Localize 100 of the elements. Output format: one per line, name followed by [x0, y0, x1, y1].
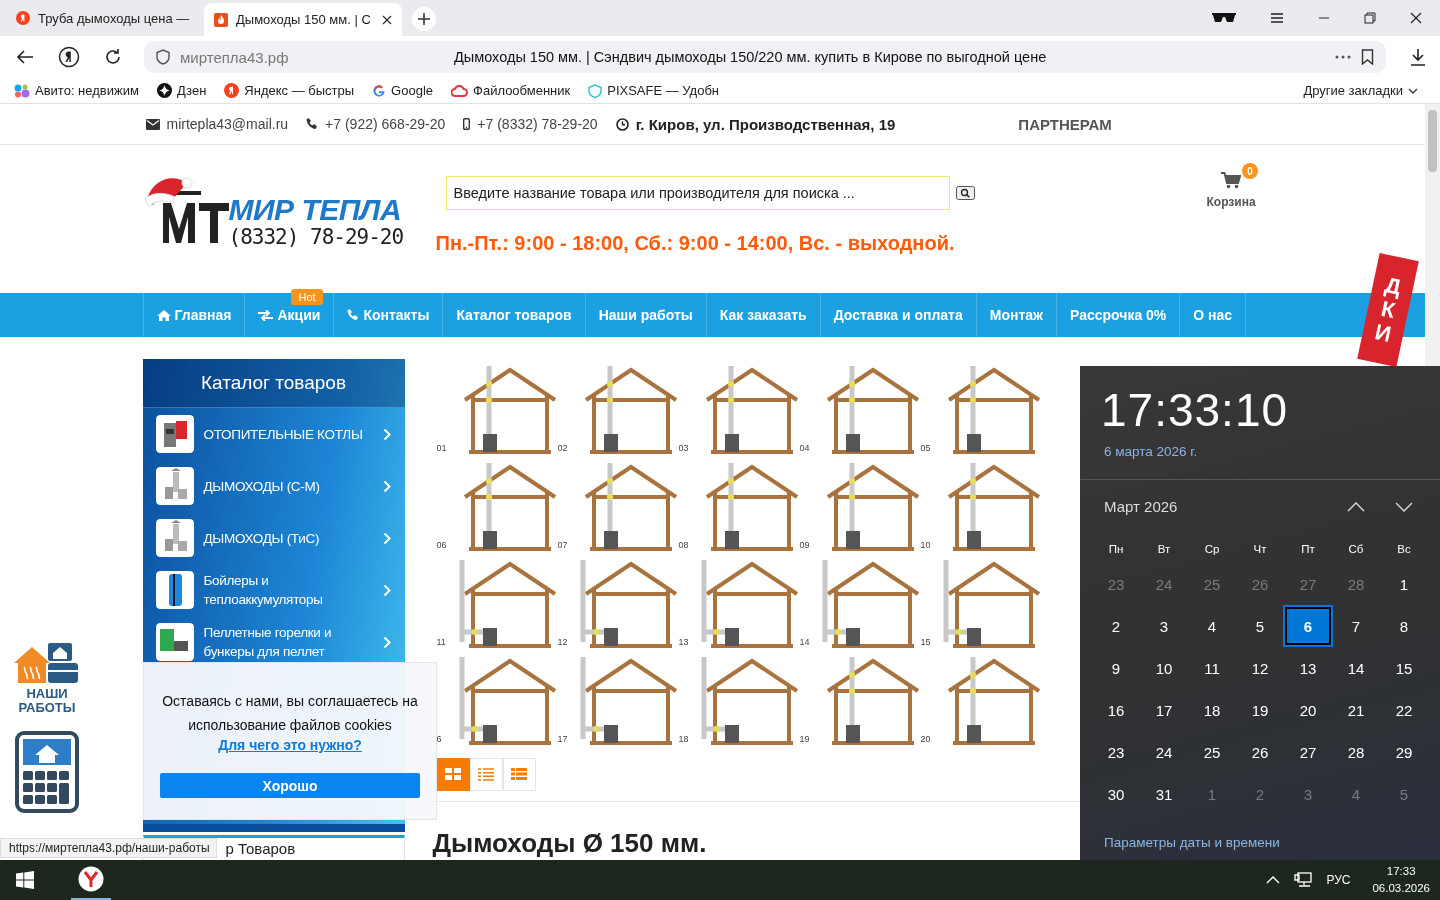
- calendar-day[interactable]: 22: [1381, 691, 1427, 729]
- calendar-day[interactable]: 24: [1141, 733, 1187, 771]
- taskbar-clock[interactable]: 17:33 06.03.2026: [1372, 863, 1430, 897]
- house-toolbox-icon[interactable]: [14, 641, 80, 685]
- calendar-day[interactable]: 23: [1093, 733, 1139, 771]
- opening-hours: Пн.-Пт.: 9:00 - 18:00, Сб.: 9:00 - 14:00, Вс. - выходной.: [435, 232, 956, 255]
- bookmark-link[interactable]: Дзен: [156, 83, 207, 98]
- back-arrow-icon[interactable]: [16, 49, 34, 65]
- calendar-day[interactable]: 17: [1141, 691, 1187, 729]
- calendar-day[interactable]: 14: [1333, 649, 1379, 687]
- calendar-day[interactable]: 8: [1381, 607, 1427, 645]
- calendar-day[interactable]: 1: [1381, 565, 1427, 603]
- bookmark-link[interactable]: Google: [372, 83, 434, 98]
- clock-time: 17:33:10: [1101, 386, 1290, 434]
- cookie-message: Оставаясь с нами, вы соглашаетесь на использование файлов cookies: [161, 692, 419, 735]
- chevron-up-icon[interactable]: [1347, 501, 1365, 512]
- chevron-right-icon: [382, 583, 391, 597]
- month-title[interactable]: Март 2026: [1104, 498, 1178, 515]
- calendar-day[interactable]: 28: [1333, 733, 1379, 771]
- browser-tab[interactable]: Дымоходы 150 мм. | С: [204, 3, 402, 36]
- glasses-icon[interactable]: [1212, 12, 1236, 24]
- catalog-item[interactable]: Бойлеры и теплоаккумуляторы: [142, 564, 405, 616]
- calendar-day[interactable]: 6: [1285, 607, 1331, 645]
- calendar-day[interactable]: 9: [1093, 649, 1139, 687]
- calendar-day[interactable]: 5: [1237, 607, 1283, 645]
- bookmark-link[interactable]: PIXSAFE — Удобн: [588, 83, 720, 98]
- diagram-number: 18: [678, 734, 690, 746]
- logo-phone: (8332) 78-29-20: [228, 225, 404, 249]
- calendar-day[interactable]: 29: [1381, 733, 1427, 771]
- language-indicator[interactable]: РУС: [1326, 873, 1351, 887]
- calendar-day[interactable]: 25: [1189, 733, 1235, 771]
- bookmark-link[interactable]: Авито: недвижим: [14, 83, 139, 98]
- reload-icon[interactable]: [104, 48, 122, 66]
- view-toggle-button[interactable]: [436, 758, 470, 791]
- catalog-item[interactable]: Пеллетные горелки и бункеры для пеллет: [142, 616, 405, 668]
- catalog-item[interactable]: ОТОПИТЕЛЬНЫЕ КОТЛЫ: [142, 408, 405, 460]
- address-bar[interactable]: миртепла43.рф Дымоходы 150 мм. | Сэндвич дымоходы 150/220 мм. купить в Кирове по выгодной цене: [144, 41, 1386, 73]
- envelope-icon: [145, 118, 160, 130]
- calculator-house-icon[interactable]: [15, 731, 79, 813]
- calendar-day[interactable]: 12: [1237, 649, 1283, 687]
- bookmark-link[interactable]: Файлообменник: [451, 83, 571, 98]
- network-icon[interactable]: [1294, 872, 1313, 888]
- calendar-day[interactable]: 15: [1381, 649, 1427, 687]
- catalog-title: Каталог товаров: [142, 359, 405, 408]
- star-icon: [156, 83, 172, 98]
- calendar-day[interactable]: 26: [1237, 733, 1283, 771]
- diagram-number: 09: [799, 540, 811, 552]
- calendar-day[interactable]: 13: [1285, 649, 1331, 687]
- calendar-day[interactable]: 16: [1093, 691, 1139, 729]
- bookmarks-menu[interactable]: Другие закладки: [1303, 83, 1418, 98]
- chevron-down-icon[interactable]: [1395, 501, 1413, 512]
- diagram-number: 14: [799, 637, 811, 649]
- page-heading: Дымоходы Ø 150 мм.: [432, 828, 708, 858]
- search-icon[interactable]: [955, 186, 975, 200]
- email-link[interactable]: mirtepla43@mail.ru: [166, 116, 289, 132]
- calendar-day[interactable]: 4: [1189, 607, 1235, 645]
- diagram-number: 02: [557, 443, 569, 455]
- calendar-day[interactable]: 2: [1093, 607, 1139, 645]
- hot-badge: Hot: [291, 289, 323, 305]
- date-time-settings-link[interactable]: Параметры даты и времени: [1104, 835, 1440, 850]
- calendar-day[interactable]: 19: [1237, 691, 1283, 729]
- weekday-label: Вт: [1157, 543, 1171, 555]
- search-field[interactable]: Введите название товара или производителя для поиска ...: [445, 176, 950, 210]
- yandex-logo-icon[interactable]: [58, 46, 80, 68]
- calendar-day[interactable]: 20: [1285, 691, 1331, 729]
- diagram-number: 04: [799, 443, 811, 455]
- new-tab-icon[interactable]: [412, 7, 436, 31]
- cloud-icon: [451, 84, 469, 97]
- menu-icon[interactable]: [1270, 12, 1284, 24]
- cookie-info-link[interactable]: Для чего это нужно?: [218, 737, 362, 753]
- tab-title: Труба дымоходы цена —: [38, 10, 191, 26]
- bookmark-icon[interactable]: [1361, 49, 1374, 65]
- calendar-day[interactable]: 10: [1141, 649, 1187, 687]
- close-icon[interactable]: [1410, 12, 1422, 24]
- calendar-day[interactable]: 30: [1093, 775, 1139, 813]
- windows-logo-icon[interactable]: [16, 871, 34, 889]
- more-icon[interactable]: [1335, 55, 1351, 59]
- phone-number: +7 (8332) 78-29-20: [477, 116, 598, 132]
- calendar-day[interactable]: 11: [1189, 649, 1235, 687]
- accept-button[interactable]: Хорошо: [160, 773, 420, 798]
- cart-link[interactable]: 0 Корзина: [1200, 162, 1262, 209]
- partners-link[interactable]: ПАРТНЕРАМ: [1018, 115, 1112, 133]
- calendar-day[interactable]: 31: [1141, 775, 1187, 813]
- calendar-day[interactable]: 27: [1285, 733, 1331, 771]
- calendar-day[interactable]: 21: [1333, 691, 1379, 729]
- browser-tab[interactable]: Труба дымоходы цена —: [6, 3, 202, 33]
- catalog-item[interactable]: ДЫМОХОДЫ (С-М): [142, 460, 405, 512]
- works-label[interactable]: НАШИ РАБОТЫ: [14, 687, 80, 715]
- download-icon[interactable]: [1410, 48, 1426, 66]
- page-title: Дымоходы 150 мм. | Сэндвич дымоходы 150/220 мм. купить в Кирове по выгодной цене: [454, 49, 1048, 65]
- calendar-day[interactable]: 3: [1141, 607, 1187, 645]
- catalog-item[interactable]: ДЫМОХОДЫ (ТиС): [142, 512, 405, 564]
- calendar-day[interactable]: 18: [1189, 691, 1235, 729]
- calendar-day[interactable]: 7: [1333, 607, 1379, 645]
- clock-date[interactable]: 6 марта 2026 г.: [1104, 444, 1440, 459]
- diagram-number: 11: [436, 637, 447, 649]
- bookmark-link[interactable]: Яндекс — быстры: [224, 83, 355, 98]
- cart-icon: [1221, 172, 1242, 189]
- restore-icon[interactable]: [1364, 12, 1376, 24]
- close-icon[interactable]: [382, 14, 392, 25]
